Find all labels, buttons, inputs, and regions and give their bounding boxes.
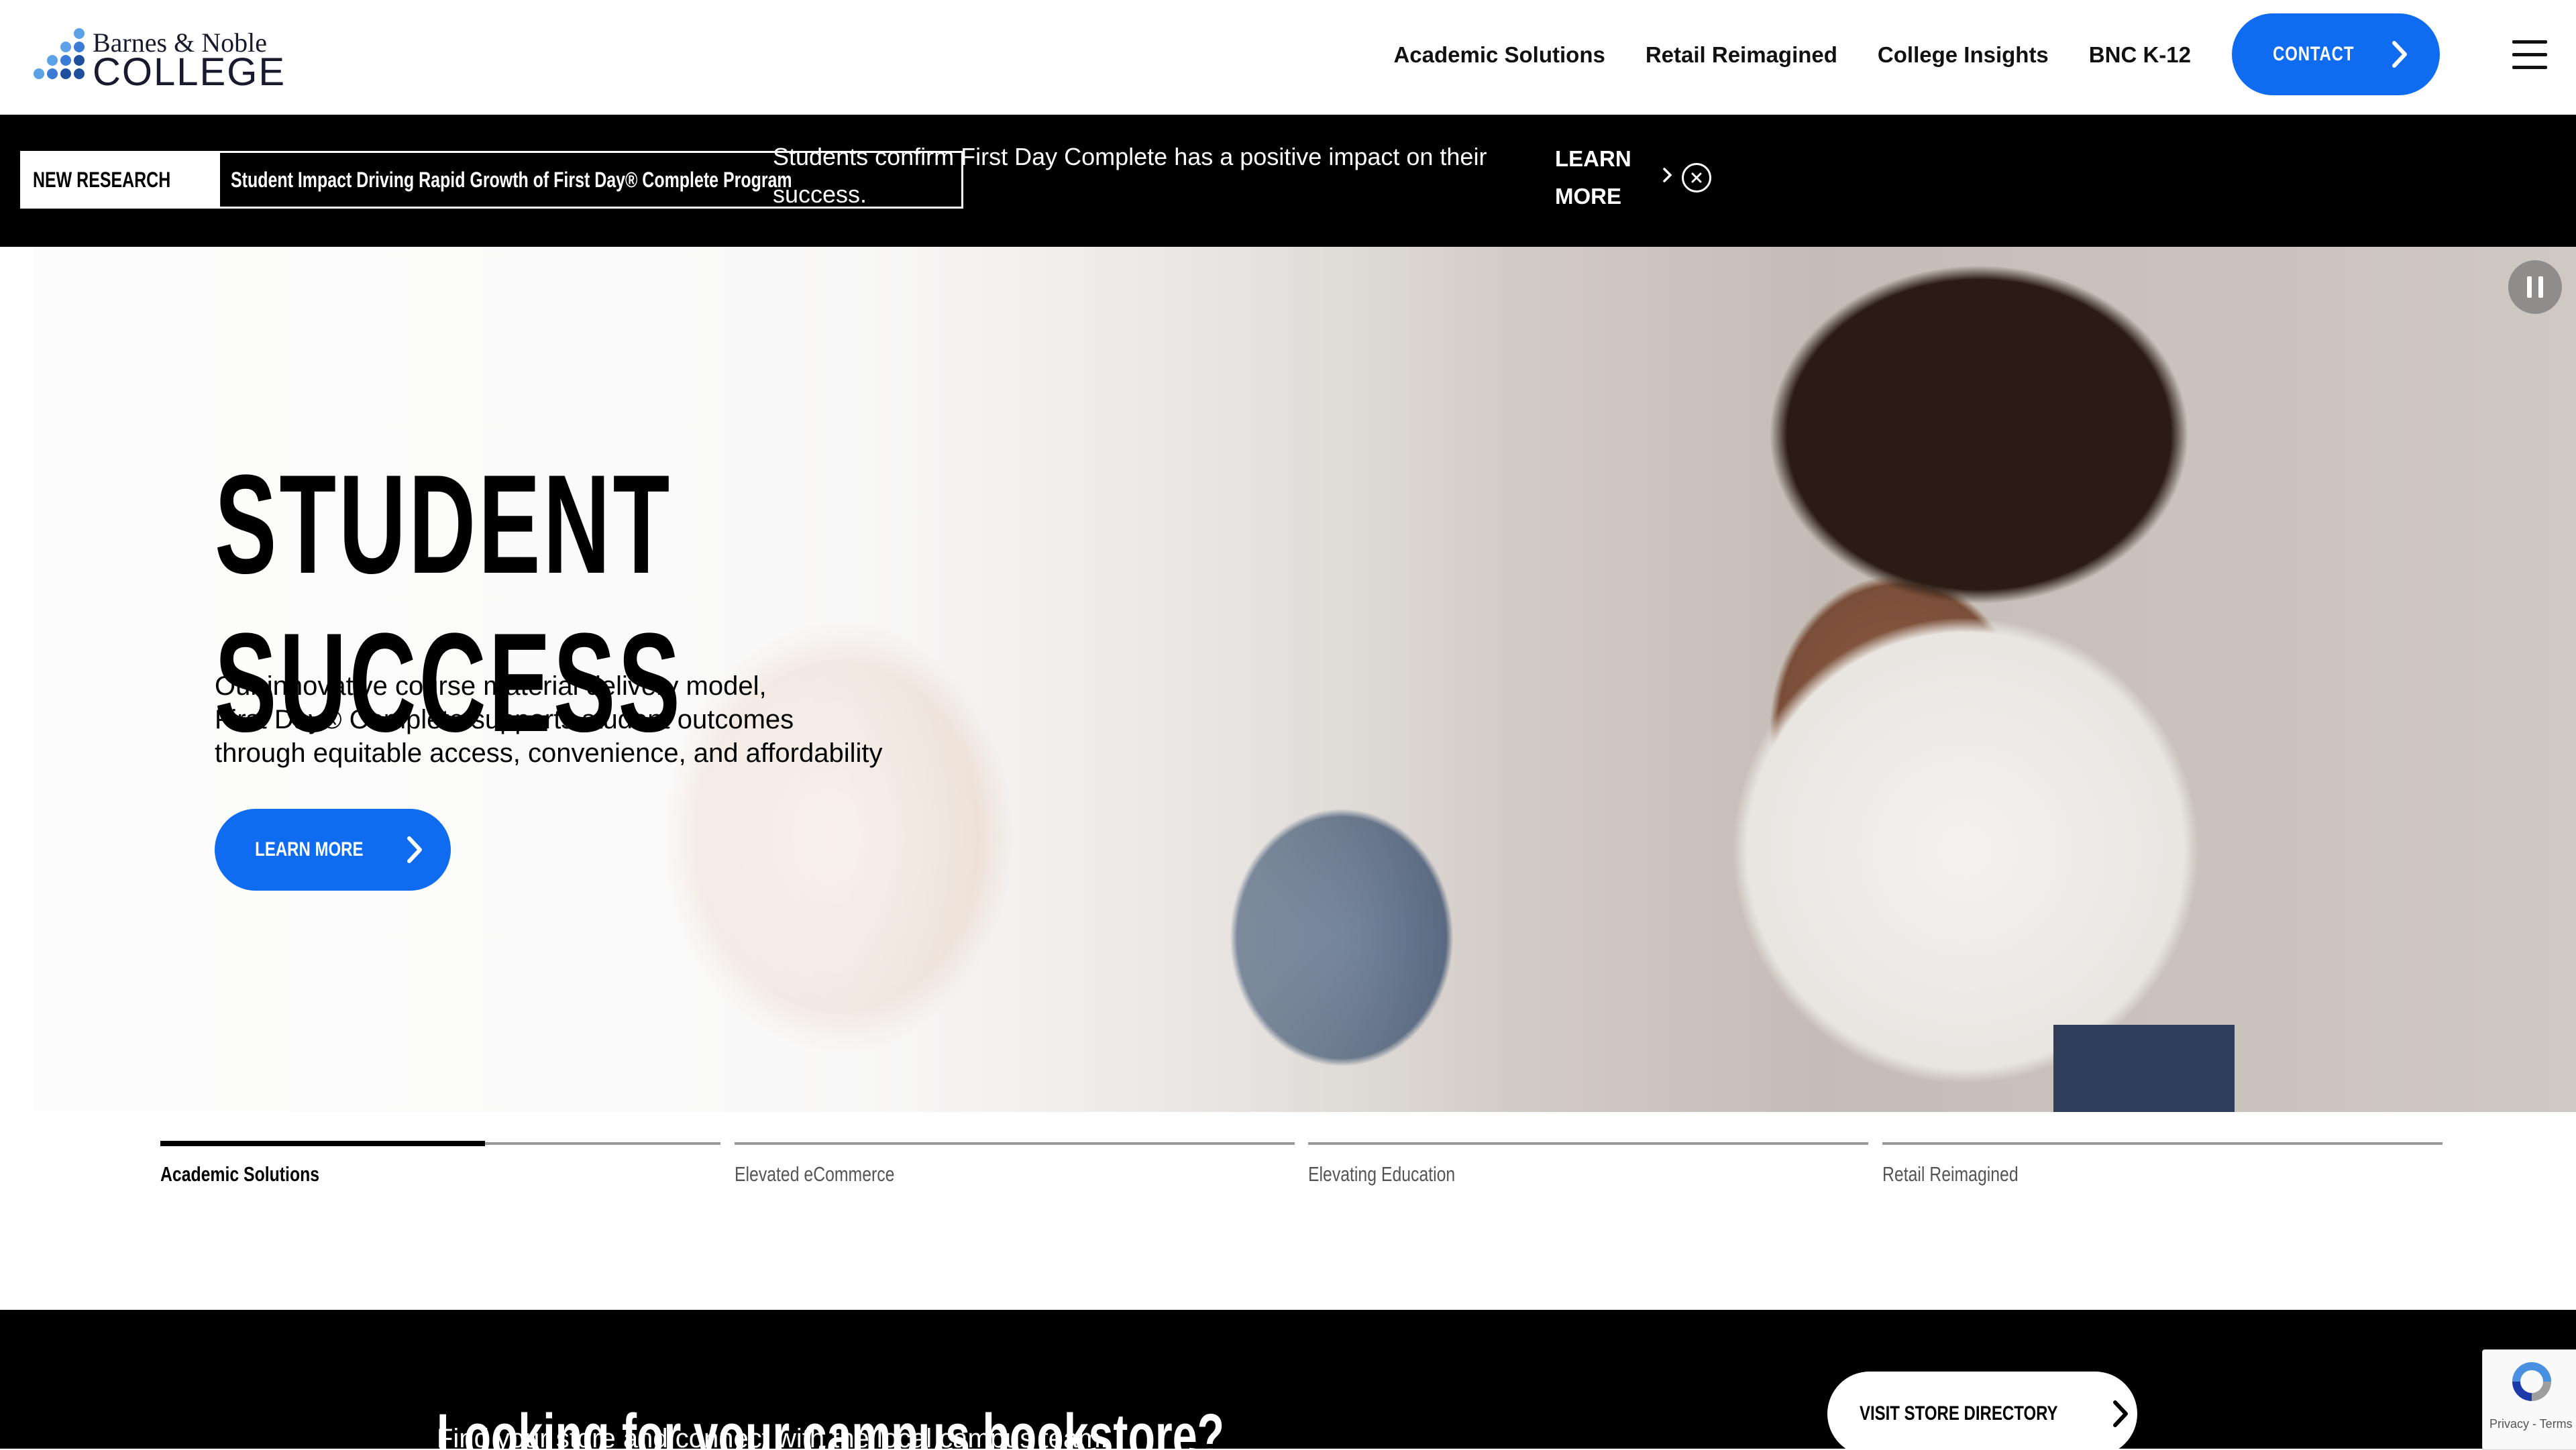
visit-store-directory-button[interactable]: VISIT STORE DIRECTORY [1827,1372,2137,1449]
announcement-headline: Student Impact Driving Rapid Growth of F… [231,167,792,192]
contact-button-label: CONTACT [2273,43,2355,65]
slide-progress-track [1308,1142,1868,1145]
nav-link-retail-reimagined[interactable]: Retail Reimagined [1646,42,1837,68]
learn-more-line2: MORE [1555,184,1621,209]
announcement-bar: NEW RESEARCH Student Impact Driving Rapi… [0,115,2576,247]
chevron-right-icon [407,836,422,863]
hero-description: Our innovative course material delivery … [215,669,953,770]
hamburger-menu-icon[interactable] [2512,40,2547,70]
site-header: Barnes & Noble COLLEGE Academic Solution… [0,0,2576,115]
slide-progress-fill [160,1141,486,1146]
chevron-right-icon [2392,41,2407,68]
recaptcha-badge[interactable]: Privacy - Terms [2482,1349,2576,1450]
close-icon[interactable] [1682,163,1711,192]
nav-link-academic-solutions[interactable]: Academic Solutions [1393,42,1605,68]
main-nav: Academic Solutions Retail Reimagined Col… [1393,42,2191,68]
recaptcha-icon [2512,1362,2551,1401]
hero-carousel: STUDENT SUCCESS Our innovative course ma… [34,247,2576,1112]
announcement-description: Students confirm First Day Complete has … [773,143,1487,208]
visit-store-directory-label: VISIT STORE DIRECTORY [1860,1402,2058,1425]
hero-description-line2: First Day® Complete supports student out… [215,705,794,734]
brand-name-line2: COLLEGE [93,50,286,94]
bookstore-banner: Looking for your campus bookstore? Find … [0,1310,2576,1449]
chevron-right-icon [2112,1400,2128,1427]
hero-learn-more-button[interactable]: LEARN MORE [215,809,451,891]
slide-tab-label: Elevating Education [1308,1162,1456,1186]
contact-button[interactable]: CONTACT [2232,13,2440,95]
brand-logo[interactable]: Barnes & Noble COLLEGE [28,27,284,94]
nav-link-bnc-k12[interactable]: BNC K-12 [2089,42,2191,68]
logo-dots-icon [28,27,85,87]
hero-learn-more-label: LEARN MORE [255,838,364,860]
bookstore-subtext: Find your store and connect with the loc… [437,1424,1108,1449]
slide-tab-label: Elevated eCommerce [735,1162,895,1186]
announcement-learn-more-link[interactable]: LEARN MORE [1555,140,1631,215]
slide-progress-track [1882,1142,2443,1145]
hero-description-line1: Our innovative course material delivery … [215,671,767,701]
learn-more-line1: LEARN [1555,146,1631,171]
hero-title-line1: STUDENT [215,445,673,603]
slide-tab-label: Academic Solutions [160,1162,320,1186]
hero-description-line3: through equitable access, convenience, a… [215,738,883,768]
nav-link-college-insights[interactable]: College Insights [1878,42,2049,68]
chevron-right-icon [1663,168,1672,182]
recaptcha-links[interactable]: Privacy - Terms [2489,1417,2573,1431]
slide-progress-track [735,1142,1295,1145]
announcement-tag-label: NEW RESEARCH [33,167,171,192]
slide-tab-label: Retail Reimagined [1882,1162,2019,1186]
pause-icon[interactable] [2508,260,2562,314]
